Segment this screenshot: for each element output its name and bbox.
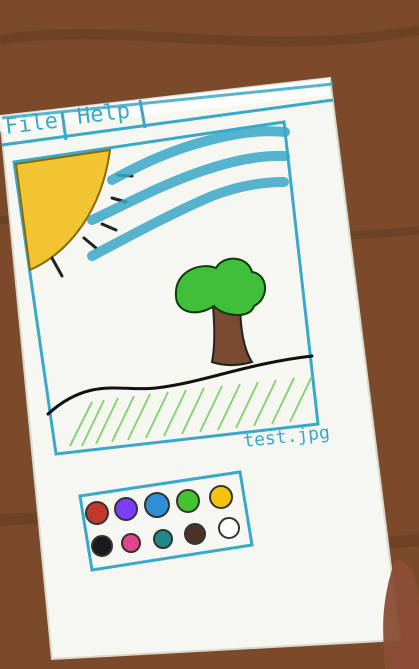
color-swatch-black[interactable] [91, 535, 113, 557]
color-swatch-white[interactable] [218, 517, 240, 539]
color-swatch-yellow[interactable] [209, 485, 233, 509]
color-swatch-green[interactable] [176, 489, 200, 513]
color-swatch-teal[interactable] [153, 529, 173, 549]
color-swatch-dark-brown[interactable] [184, 523, 206, 545]
color-swatch-blue[interactable] [144, 492, 170, 518]
color-swatch-purple[interactable] [114, 497, 138, 521]
color-swatch-red[interactable] [85, 501, 109, 525]
scene: File Help test.jpg [0, 0, 419, 669]
color-swatch-pink[interactable] [121, 533, 141, 553]
